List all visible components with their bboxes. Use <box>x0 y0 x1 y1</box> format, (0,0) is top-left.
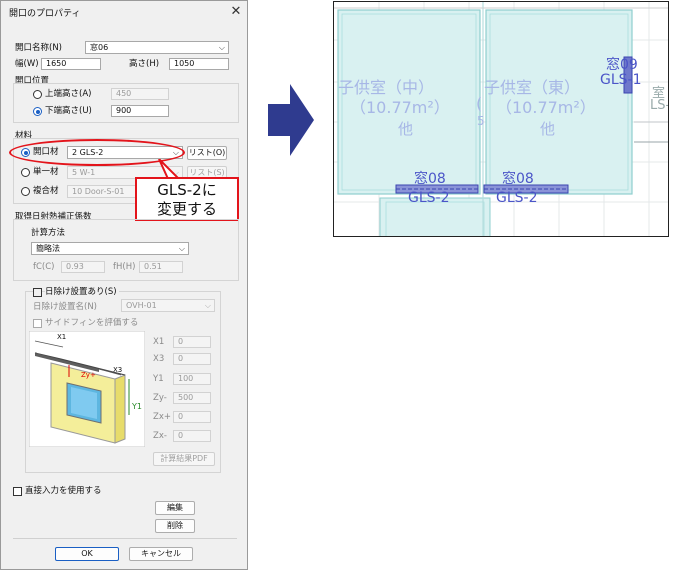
edit-button[interactable]: 編集 <box>155 501 195 515</box>
mid-cut-text-1: ( <box>476 94 483 113</box>
chevron-down-icon: ⌵ <box>218 43 225 52</box>
bottom-height-label: 下端高さ(U) <box>45 106 92 116</box>
opening-properties-dialog: 開口のプロパティ ✕ 開口名称(N) 窓06 ⌵ 幅(W) 1650 高さ(H)… <box>0 0 248 570</box>
shading-label: 日除け設置あり(S) <box>45 287 119 298</box>
direct-input-checkbox[interactable] <box>13 487 22 496</box>
right-arrow-icon <box>268 84 314 156</box>
dialog-title: 開口のプロパティ <box>9 9 81 19</box>
chevron-down-icon: ⌵ <box>204 301 211 310</box>
delete-button[interactable]: 削除 <box>155 519 195 533</box>
side-fin-label: サイドフィンを評価する <box>45 318 139 328</box>
right-cut-text-2: LS-1 <box>650 98 668 113</box>
window09-name: 窓09 <box>606 57 638 73</box>
floor-plan-view: 子供室（中） （10.77m²） 他 子供室（東） （10.77m²） 他 ( … <box>333 1 669 237</box>
calc-method-combo[interactable]: 簡略法 ⌵ <box>31 242 189 255</box>
width-label: 幅(W) <box>15 59 39 69</box>
opening-name-label: 開口名称(N) <box>15 43 62 53</box>
calc-method-label: 計算方法 <box>31 228 66 238</box>
top-height-label: 上端高さ(A) <box>45 89 92 99</box>
bottom-height-radio[interactable] <box>33 107 42 116</box>
param-zxplus-input: 0 <box>173 411 211 423</box>
width-input[interactable]: 1650 <box>41 58 101 70</box>
fh-input: 0.51 <box>139 261 183 273</box>
room1-tag: 他 <box>398 120 414 138</box>
opening-name-combo[interactable]: 窓06 ⌵ <box>85 41 229 54</box>
room2-area: （10.77m²） <box>496 98 596 117</box>
window08b-name: 窓08 <box>502 171 534 187</box>
param-zyminus-label: Zy- <box>153 393 167 403</box>
param-x1-input: 0 <box>173 336 211 348</box>
mid-cut-text-2: 5 <box>477 114 485 128</box>
opening-name-value: 窓06 <box>90 43 109 52</box>
composite-material-label: 複合材 <box>33 186 59 196</box>
param-y1-label: Y1 <box>153 374 164 384</box>
fc-label: fC(C) <box>33 262 55 272</box>
diagram-x3-mark: X3 <box>113 366 123 374</box>
top-height-radio[interactable] <box>33 90 42 99</box>
single-material-label: 単一材 <box>33 167 59 177</box>
annotation-callout: GLS-2に 変更する <box>135 177 239 221</box>
diagram-y1-mark: Y1 <box>132 402 142 411</box>
callout-line-1: GLS-2に <box>157 181 217 199</box>
room2-tag: 他 <box>540 120 556 138</box>
diagram-x1-mark: X1 <box>57 333 67 341</box>
window08a-glass: GLS-2 <box>408 190 450 206</box>
fc-input: 0.93 <box>61 261 105 273</box>
window09-glass: GLS-1 <box>600 72 642 88</box>
shading-diagram <box>29 331 145 447</box>
param-zxminus-input: 0 <box>173 430 211 442</box>
list-button-opening[interactable]: リスト(O) <box>187 146 227 160</box>
callout-line-2: 変更する <box>156 200 217 218</box>
ok-button[interactable]: OK <box>55 547 119 561</box>
fh-label: fH(H) <box>113 262 136 272</box>
calc-method-value: 簡略法 <box>36 244 60 253</box>
shading-name-value: OVH-01 <box>126 301 157 310</box>
shading-name-combo: OVH-01 ⌵ <box>121 299 215 312</box>
param-x1-label: X1 <box>153 337 165 347</box>
window08a-name: 窓08 <box>414 171 446 187</box>
divider <box>13 538 237 539</box>
shading-checkbox[interactable] <box>33 288 42 297</box>
composite-material-value: 10 Door-S-01 <box>72 187 125 196</box>
shading-name-label: 日除け設置名(N) <box>33 302 97 312</box>
bottom-height-input[interactable]: 900 <box>111 105 169 117</box>
param-zxplus-label: Zx+ <box>153 412 171 422</box>
param-x3-input: 0 <box>173 353 211 365</box>
side-fin-checkbox <box>33 319 42 328</box>
param-x3-label: X3 <box>153 354 165 364</box>
direct-input-label: 直接入力を使用する <box>25 486 102 496</box>
single-material-radio[interactable] <box>21 168 30 177</box>
diagram-zy-mark: Zy+ <box>81 371 96 379</box>
height-input[interactable]: 1050 <box>169 58 229 70</box>
top-height-input: 450 <box>111 88 169 100</box>
param-y1-input: 100 <box>173 373 211 385</box>
composite-material-radio[interactable] <box>21 187 30 196</box>
room1-area: （10.77m²） <box>350 98 450 117</box>
single-material-value: 5 W-1 <box>72 168 96 177</box>
cancel-button[interactable]: キャンセル <box>129 547 193 561</box>
param-zyminus-input: 500 <box>173 392 211 404</box>
window08b-glass: GLS-2 <box>496 190 538 206</box>
chevron-down-icon: ⌵ <box>178 244 185 253</box>
calc-pdf-button: 計算結果PDF <box>153 452 215 466</box>
param-zxminus-label: Zx- <box>153 431 167 441</box>
close-icon[interactable]: ✕ <box>229 5 243 19</box>
height-label: 高さ(H) <box>129 59 160 69</box>
